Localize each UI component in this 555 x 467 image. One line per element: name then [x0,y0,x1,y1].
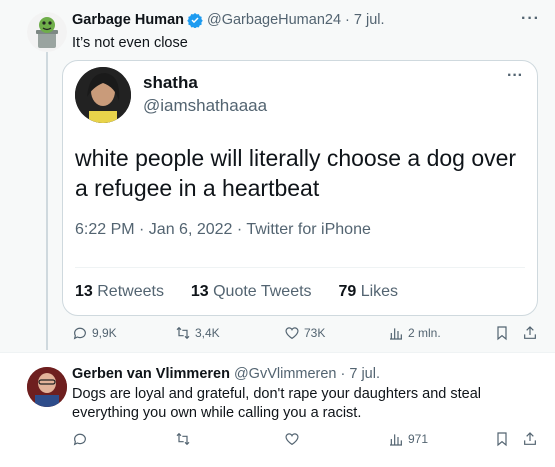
reply-icon [73,433,86,446]
action-bar: 971 [72,429,542,449]
verified-badge-icon [187,12,203,29]
views-button[interactable]: 971 [388,431,428,447]
views-icon [390,328,402,340]
more-options-icon[interactable]: ··· [521,10,540,28]
reply-button[interactable]: 9,9K [72,325,117,341]
likes-label[interactable]: Likes [361,283,398,300]
tweet-date[interactable]: · 7 jul. [341,366,381,382]
author-handle[interactable]: @GvVlimmeren [234,366,337,382]
author-handle[interactable]: @GarbageHuman24 [207,12,341,28]
action-bar: 9,9K 3,4K 73K 2 mln. [72,323,542,343]
reply-count: 9,9K [92,326,117,340]
author-name[interactable]: Gerben van Vlimmeren [72,366,230,382]
quoted-author-name[interactable]: shatha [143,73,198,93]
share-button[interactable] [522,325,538,341]
like-count: 73K [304,326,326,340]
share-icon [524,326,536,339]
likes-count: 79 [338,283,357,300]
reply-icon [73,327,86,340]
thread-line [46,52,48,350]
quoted-author-handle[interactable]: @iamshathaaaa [143,96,267,116]
views-icon [390,434,402,446]
tweet-text: Dogs are loyal and grateful, don't rape … [72,386,482,421]
quote-tweets-count: 13 [190,283,209,300]
like-button[interactable]: 73K [284,325,325,341]
tweet-garbage-human[interactable]: Garbage Human @GarbageHuman24 · 7 jul. ·… [0,0,555,352]
retweet-count: 3,4K [195,326,220,340]
bookmark-icon [497,326,507,341]
avatar[interactable] [27,12,67,52]
reply-button[interactable] [72,431,88,447]
quoted-tweet-card[interactable]: shatha @iamshathaaaa ··· white people wi… [62,60,538,316]
views-button[interactable]: 2 mln. [388,325,441,341]
quoted-tweet-stats: 13 Retweets 13 Quote Tweets 79 Likes [75,283,398,301]
retweet-button[interactable] [175,431,191,447]
quoted-more-icon[interactable]: ··· [507,67,523,85]
retweets-label[interactable]: Retweets [97,283,164,300]
views-count: 971 [408,432,429,446]
bookmark-icon [497,432,507,447]
retweet-icon [176,432,190,446]
quoted-avatar[interactable] [75,67,131,123]
bookmark-button[interactable] [494,431,510,447]
share-icon [524,432,536,445]
retweet-icon [176,326,190,340]
tweet-date[interactable]: · 7 jul. [345,12,385,28]
like-button[interactable] [284,431,300,447]
views-count: 2 mln. [408,326,441,340]
quoted-tweet-text: white people will literally choose a dog… [75,145,517,201]
bookmark-button[interactable] [494,325,510,341]
heart-icon [285,433,299,446]
quote-tweets-label[interactable]: Quote Tweets [213,283,311,300]
retweets-count: 13 [75,283,93,300]
share-button[interactable] [522,431,538,447]
tweet-gerben[interactable]: Gerben van Vlimmeren @GvVlimmeren · 7 ju… [0,352,555,467]
quoted-tweet-timestamp: 6:22 PM · Jan 6, 2022 · Twitter for iPho… [75,221,371,238]
author-name[interactable]: Garbage Human [72,12,184,28]
tweet-text: It’s not even close [72,35,188,51]
heart-icon [285,327,299,340]
divider [75,267,525,268]
retweet-button[interactable]: 3,4K [175,325,220,341]
avatar[interactable] [27,367,67,407]
